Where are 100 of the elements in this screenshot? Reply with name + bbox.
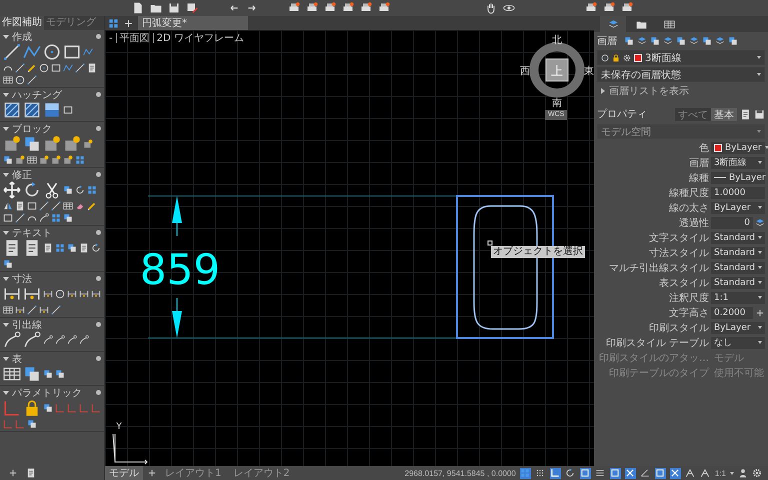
input-field[interactable]: 0.2000 [711,306,753,318]
viewport-control[interactable]: 2D ワイヤフレーム [156,31,244,45]
status-toggle[interactable] [564,468,576,478]
hand-icon[interactable] [485,2,497,14]
line-icon[interactable] [27,305,37,315]
printer-icon[interactable] [342,2,354,14]
add-icon[interactable] [147,468,157,478]
table-icon[interactable] [27,155,37,165]
section-title[interactable]: ブロック [12,122,93,136]
pencil-icon[interactable] [87,201,97,211]
printer-icon[interactable] [324,2,336,14]
circle-icon[interactable] [55,289,65,299]
document-icon[interactable] [79,243,89,253]
dropdown[interactable]: ByLayer [711,172,765,184]
document-icon[interactable] [87,63,97,73]
layer-tool-icon[interactable] [650,36,660,46]
dropdown[interactable]: ByLayer [711,202,765,214]
line-icon[interactable] [27,75,37,85]
rotate-icon[interactable] [23,181,41,199]
circle-icon[interactable] [39,63,49,73]
array-icon[interactable] [51,213,61,223]
array-icon[interactable] [87,185,97,195]
dropdown[interactable]: 1:1 [711,292,765,304]
section-title[interactable]: 表 [12,352,93,366]
annotation-scale[interactable]: 1:1 [714,468,726,478]
caret-icon[interactable] [3,92,9,96]
circle-icon[interactable] [15,75,25,85]
leader-icon[interactable] [55,335,65,345]
section-title[interactable]: 寸法 [12,272,93,286]
layer-icon[interactable] [755,218,765,228]
move-icon[interactable] [3,181,21,199]
status-toggle[interactable] [670,468,681,478]
printer-icon[interactable] [360,2,372,14]
hatch-icon[interactable] [3,101,21,119]
filter-toggle[interactable]: 基本 [711,108,737,120]
new-file-icon[interactable] [132,2,144,14]
grid-icon[interactable] [108,18,119,28]
dropdown[interactable]: ByLayer [711,322,765,334]
printer-icon[interactable] [585,2,597,14]
section-title[interactable]: テキスト [12,226,93,240]
layer-tool-icon[interactable] [637,36,647,46]
line-icon[interactable] [3,43,21,61]
space-dropdown[interactable]: モデル空間 [597,124,765,139]
lock-icon[interactable] [612,54,620,62]
copy-icon[interactable] [67,243,77,253]
dimension-icon[interactable] [67,289,77,299]
printer-icon[interactable] [288,2,300,14]
block-icon[interactable] [15,155,25,165]
caret-icon[interactable] [3,276,9,280]
copy-icon[interactable] [3,259,13,269]
section-title[interactable]: 引出線 [12,318,93,332]
section-title[interactable]: パラメトリック [12,386,93,400]
section-title[interactable]: ハッチング [12,88,93,102]
block-icon[interactable] [39,155,49,165]
document-icon[interactable] [26,468,36,478]
eraser-icon[interactable] [75,201,85,211]
printer-icon[interactable] [306,2,318,14]
pencil-icon[interactable] [27,63,37,73]
save-as-icon[interactable] [186,2,198,14]
rotate-icon[interactable] [75,185,85,195]
block-icon[interactable] [51,155,61,165]
document-icon[interactable] [740,108,751,120]
dimension-icon[interactable] [79,289,89,299]
dimension-icon[interactable] [91,289,101,299]
table-icon[interactable] [3,365,21,383]
section-title[interactable]: 修正 [12,168,93,182]
dropdown[interactable]: Standard [711,246,765,258]
copy-icon[interactable] [63,185,73,195]
layer-tool-icon[interactable] [715,36,725,46]
dropdown[interactable]: ByLayer [711,142,765,154]
dropdown[interactable]: 3断面線 [711,156,765,168]
caret-icon[interactable] [3,356,9,360]
ribbon-tab[interactable]: 作図補助 [0,16,44,30]
rect-icon[interactable] [63,105,73,115]
scissors-icon[interactable] [43,181,61,199]
dot-icon[interactable] [96,276,101,281]
hatch-icon[interactable] [23,101,41,119]
viewport-control[interactable]: - [109,32,113,44]
block-icon[interactable] [3,135,21,153]
add-icon[interactable] [8,468,18,478]
gear-icon[interactable] [752,468,762,478]
layer-tool-icon[interactable] [676,36,686,46]
printer-icon[interactable] [621,2,633,14]
viewcube-face[interactable] [546,58,568,82]
line-icon[interactable] [15,63,25,73]
rect-icon[interactable] [63,43,81,61]
dot-icon[interactable] [96,322,101,327]
block-icon[interactable] [63,135,81,153]
array-icon[interactable] [55,243,65,253]
leader-icon[interactable] [39,213,49,223]
layer-dropdown[interactable]: 3断面線 [597,50,765,65]
leader-icon[interactable] [67,335,77,345]
status-toggle[interactable] [534,468,546,478]
status-toggle[interactable] [624,468,636,478]
block-icon[interactable] [83,139,93,149]
save-icon[interactable] [168,2,180,14]
layer-tool-icon[interactable] [663,36,673,46]
document-icon[interactable] [15,201,25,211]
line-icon[interactable] [15,213,25,223]
table-icon[interactable] [63,201,73,211]
